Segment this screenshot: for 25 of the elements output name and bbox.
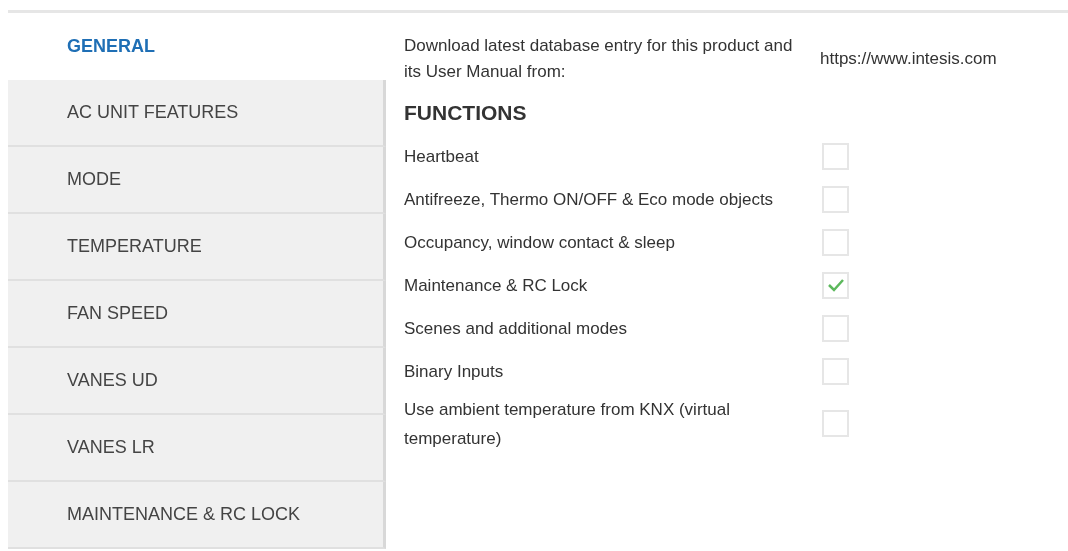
checkmark-icon [827,278,844,292]
checkbox[interactable] [822,142,849,170]
sidebar-tab[interactable]: MODE [8,147,386,214]
website-link[interactable]: https://www.intesis.com [820,46,997,72]
sidebar-tab[interactable]: TEMPERATURE [8,214,386,281]
checkbox[interactable] [822,185,849,213]
sidebar-tab[interactable]: VANES LR [8,415,386,482]
sidebar-tab[interactable]: VANES UD [8,348,386,415]
function-label: Use ambient temperature from KNX (virtual temperature) [404,398,731,450]
sidebar-tab[interactable]: FAN SPEED [8,281,386,348]
function-label: Heartbeat [404,145,480,168]
sidebar-tab[interactable]: MAINTENANCE & RC LOCK [8,482,386,549]
checkbox[interactable] [822,410,849,437]
sidebar-tab[interactable]: AC UNIT FEATURES [8,80,386,147]
checkbox[interactable] [822,357,849,385]
function-label: Maintenance & RC Lock [404,274,589,297]
checkbox[interactable] [822,271,849,299]
function-label: Scenes and additional modes [404,317,629,340]
function-label: Antifreeze, Thermo ON/OFF & Eco mode objects [404,188,775,211]
function-label: Binary Inputs [404,360,505,383]
function-label: Occupancy, window contact & sleep [404,231,676,254]
section-heading: FUNCTIONS [404,100,528,126]
download-note: Download latest database entry for this product and its User Manual from: [404,35,794,83]
checkbox[interactable] [822,228,849,256]
checkbox[interactable] [822,314,849,342]
